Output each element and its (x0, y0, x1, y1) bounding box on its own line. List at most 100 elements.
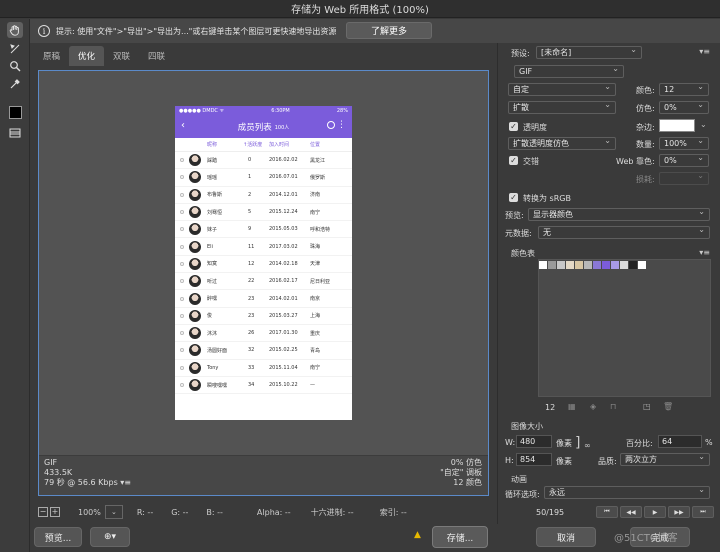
preview-label: 预览: (505, 211, 524, 220)
col-location: 位置 (310, 142, 321, 148)
interlaced-checkbox[interactable]: ✓ (509, 156, 518, 165)
transparency-checkbox[interactable]: ✓ (509, 122, 518, 131)
browser-preview-button[interactable]: ⊕▾ (90, 527, 130, 547)
learn-more-button[interactable]: 了解更多 (346, 22, 432, 39)
tab-original[interactable]: 原稿 (34, 46, 70, 66)
web-snap-select[interactable]: 0% (659, 153, 709, 167)
cancel-button[interactable]: 取消 (536, 527, 596, 547)
avatar (189, 275, 204, 288)
colors-select[interactable]: 12 (659, 82, 709, 96)
list-item: Eli 11 2017.03.02 珠海 (175, 238, 352, 256)
eyedropper-color-swatch[interactable] (9, 106, 22, 119)
metadata-select[interactable]: 无 (538, 225, 710, 239)
matte-label: 杂边: (636, 123, 655, 132)
list-item: 踩踏 0 2016.02.02 黑龙江 (175, 152, 352, 170)
first-frame-button[interactable]: ⏮ (596, 506, 618, 518)
speed-menu-icon[interactable]: ▾≡ (120, 478, 131, 487)
readout-r: R: -- (136, 507, 154, 517)
color-swatch[interactable] (638, 261, 646, 269)
tip-bar: i 提示: 使用"文件">"导出">"导出为..."或右键单击某个图层可更快速地… (30, 19, 720, 43)
avatar (189, 361, 204, 374)
zoom-out-button[interactable]: − (38, 507, 48, 517)
zoom-in-button[interactable]: + (50, 507, 60, 517)
loop-select[interactable]: 永远 (544, 485, 710, 499)
width-label: W: (505, 438, 516, 447)
quality-select[interactable]: 两次立方 (620, 452, 710, 466)
list-item: 布鲁斯 2 2014.12.01 济南 (175, 187, 352, 204)
tab-2-up[interactable]: 双联 (104, 46, 140, 66)
percent-input[interactable]: 64 (658, 435, 702, 448)
color-swatch[interactable] (602, 261, 610, 269)
color-reduction-select[interactable]: 自定 (508, 82, 616, 96)
color-table[interactable] (538, 259, 711, 397)
color-swatch[interactable] (629, 261, 637, 269)
phone-title: 成员列表 (237, 122, 272, 133)
info-file-size: 433.5K (44, 468, 73, 477)
avatar (189, 206, 204, 219)
amount-select[interactable]: 100% (659, 136, 709, 150)
avatar (189, 223, 204, 236)
web-shift-icon[interactable]: ◈ (590, 402, 596, 411)
save-button[interactable]: 存储... (432, 526, 488, 548)
list-item: 刘骞恒 5 2015.12.24 南宁 (175, 204, 352, 222)
info-icon: i (38, 25, 50, 37)
color-swatch[interactable] (584, 261, 592, 269)
color-table-menu-icon[interactable]: ▾≡ (699, 248, 710, 257)
preset-select[interactable]: [未命名] (536, 45, 642, 59)
color-swatch[interactable] (575, 261, 583, 269)
avatar (189, 292, 204, 305)
readout-g: G: -- (171, 507, 189, 517)
next-frame-button[interactable]: ▶▶ (668, 506, 690, 518)
avatar (189, 171, 204, 184)
format-select[interactable]: GIF (514, 64, 624, 78)
list-item: 醉嘿 23 2014.02.01 南京 (175, 290, 352, 308)
delete-color-icon[interactable]: 🗑 (663, 402, 673, 411)
color-swatch[interactable] (593, 261, 601, 269)
dither-algorithm-select[interactable]: 扩散 (508, 100, 616, 114)
slice-select-tool-icon[interactable] (7, 41, 23, 57)
last-frame-button[interactable]: ⏭ (692, 506, 714, 518)
panel-menu-icon[interactable]: ▾≡ (699, 47, 710, 56)
preview-button[interactable]: 预览... (34, 527, 82, 547)
settings-panel: 预设: [未命名] ▾≡ GIF 自定 颜色: 12 扩散 仿色: 0% ✓ 透… (497, 43, 720, 524)
tab-4-up[interactable]: 四联 (139, 46, 175, 66)
zoom-dropdown[interactable]: ⌄ (104, 505, 123, 519)
lossy-select[interactable] (659, 171, 709, 185)
color-swatch[interactable] (548, 261, 556, 269)
color-swatch[interactable] (539, 261, 547, 269)
matte-dropdown-icon[interactable]: ⌄ (700, 120, 707, 129)
frame-counter: 50/195 (536, 508, 565, 517)
avatar (189, 154, 204, 167)
transparency-dither-select[interactable]: 扩散透明度仿色 (508, 136, 616, 150)
zoom-level[interactable]: 100% (78, 508, 101, 517)
phone-header: ‹ 成员列表 100人 ⋮ (175, 115, 352, 138)
convert-srgb-checkbox[interactable]: ✓ (509, 193, 518, 202)
tab-optimized[interactable]: 优化 (69, 46, 105, 66)
width-input[interactable]: 480 (516, 435, 552, 448)
zoom-tool-icon[interactable] (7, 58, 23, 74)
color-swatch[interactable] (620, 261, 628, 269)
toggle-slices-icon[interactable] (7, 125, 23, 141)
list-item: 沐沐 26 2017.01.30 重庆 (175, 325, 352, 343)
constrain-bracket: ] (575, 435, 581, 451)
play-button[interactable]: ▶ (644, 506, 666, 518)
color-swatch[interactable] (557, 261, 565, 269)
info-format: GIF (44, 458, 58, 467)
dither-select[interactable]: 0% (659, 100, 709, 114)
preview-canvas[interactable]: ●●●●● DMDC ᯤ 6:30PM 28% ‹ 成员列表 100人 ⋮ 昵称… (38, 70, 489, 496)
link-proportions-icon[interactable]: ∞ (584, 441, 591, 450)
map-transparent-icon[interactable]: ▦ (568, 402, 576, 411)
previous-frame-button[interactable]: ◀◀ (620, 506, 642, 518)
height-input[interactable]: 854 (516, 453, 552, 466)
hand-tool-icon[interactable] (7, 22, 23, 38)
interlaced-label: 交错 (523, 157, 539, 166)
eyedropper-tool-icon[interactable] (7, 76, 23, 92)
avatar (189, 344, 204, 357)
color-swatch[interactable] (611, 261, 619, 269)
preview-select[interactable]: 显示器颜色 (528, 207, 710, 221)
matte-swatch[interactable] (659, 119, 695, 132)
color-swatch[interactable] (566, 261, 574, 269)
lock-color-icon[interactable]: ⊓ (610, 402, 616, 411)
percent-unit: % (705, 438, 713, 447)
new-color-icon[interactable]: ◳ (643, 402, 651, 411)
